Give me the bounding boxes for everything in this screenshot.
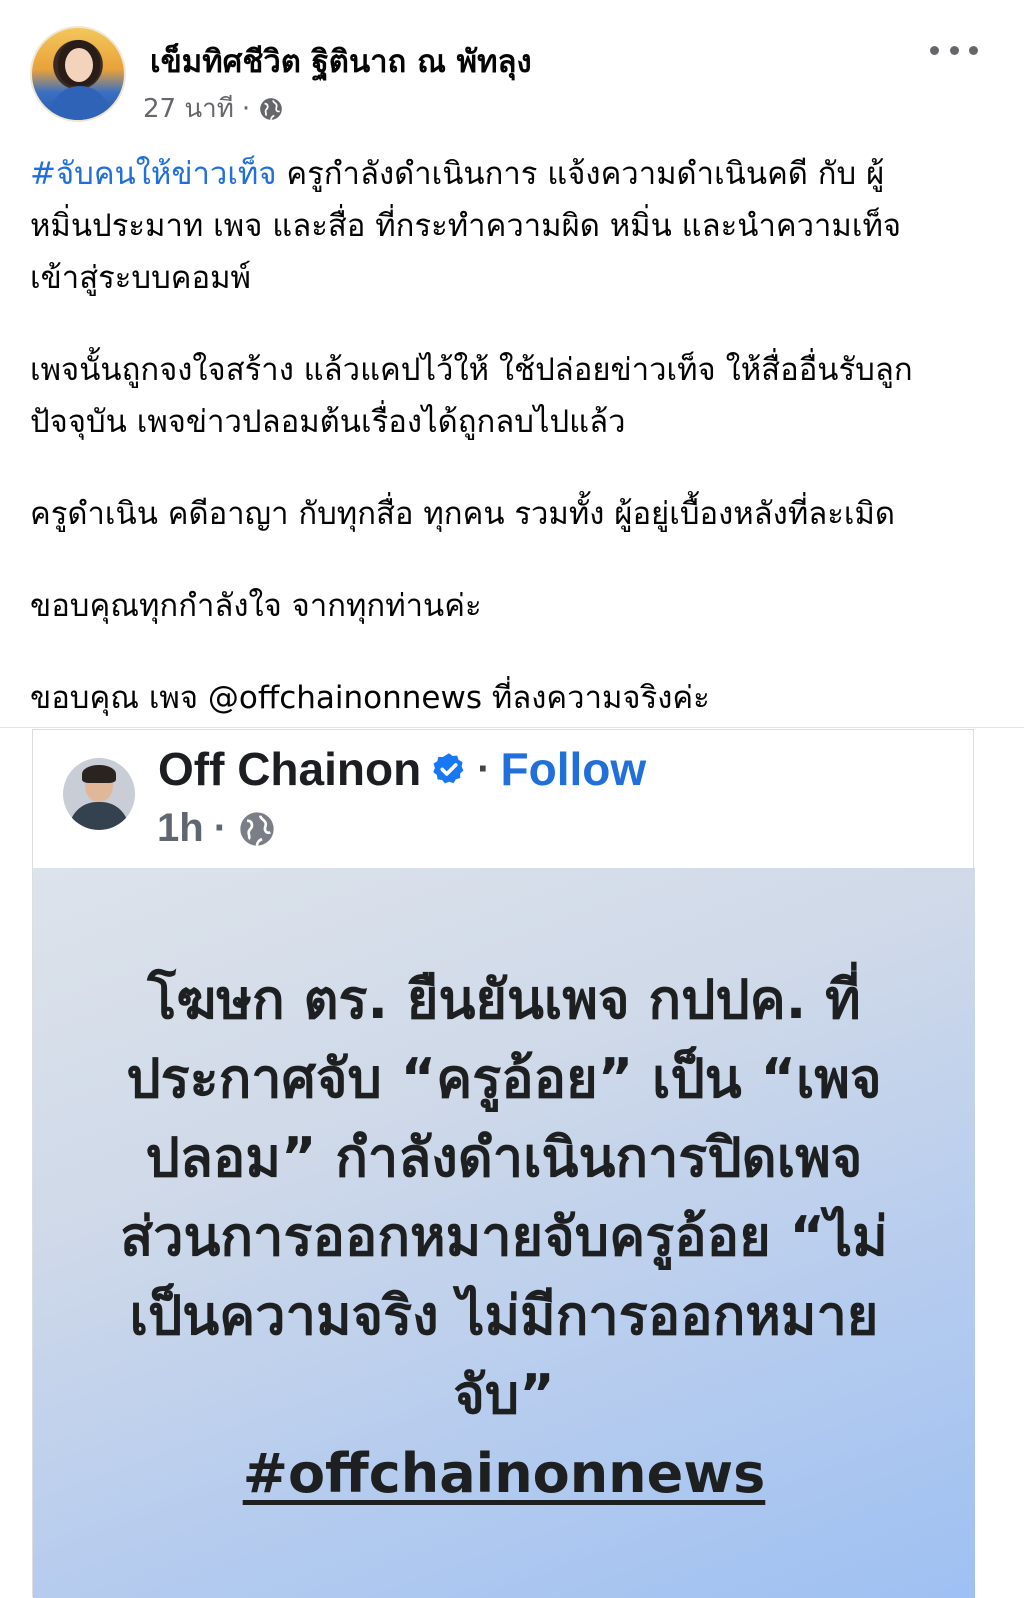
follow-button[interactable]: Follow (501, 742, 647, 796)
post-line-8: ขอบคุณ เพจ @offchainonnews ที่ลงความจริง… (30, 680, 710, 716)
post-text: #จับคนให้ข่าวเท็จ ครูกำลังดำเนินการ แจ้ง… (30, 148, 990, 724)
meta-separator: · (241, 93, 251, 124)
shared-post-header: Off Chainon · Follow 1h · (33, 730, 973, 868)
headline-line: จับ” (453, 1363, 555, 1426)
shared-timestamp[interactable]: 1h (157, 806, 204, 851)
headline-line: ปลอม” กำลังดำเนินการปิดเพจ (145, 1126, 863, 1189)
post-line-4: เพจนั้นถูกจงใจสร้าง แล้วแคปไว้ให้ ใช้ปล่… (30, 352, 913, 388)
headline-line: ส่วนการออกหมายจับครูอ้อย “ไม่ (120, 1205, 888, 1268)
shared-name-separator: · (477, 746, 491, 791)
headline-hashtag: #offchainonnews (242, 1442, 766, 1505)
author-avatar[interactable] (30, 26, 126, 122)
headline-line: โฆษก ตร. ยืนยันเพจ กปปค. ที่ (147, 968, 861, 1031)
shared-post-card[interactable]: Off Chainon · Follow 1h · โฆษก ตร. ยืนยั… (32, 729, 975, 1598)
shared-post-image[interactable]: โฆษก ตร. ยืนยันเพจ กปปค. ที่ ประกาศจับ “… (33, 868, 975, 1598)
post-meta: 27 นาที · (143, 88, 284, 129)
shared-author-avatar[interactable] (63, 758, 135, 830)
post-header: เข็มทิศชีวิต ฐิตินาถ ณ พัทลุง 27 นาที · (0, 0, 1024, 140)
hashtag-link[interactable]: #จับคนให้ข่าวเท็จ (30, 156, 277, 192)
post-line-6: ครูดำเนิน คดีอาญา กับทุกสื่อ ทุกคน รวมทั… (30, 496, 896, 532)
post-line-1-text: ครูกำลังดำเนินการ แจ้งความดำเนินคดี กับ … (276, 156, 885, 192)
shared-post-meta: 1h · (157, 806, 277, 851)
verified-badge-icon (433, 753, 464, 784)
post-line-5: ปัจจุบัน เพจข่าวปลอมต้นเรื่องได้ถูกลบไปแ… (30, 404, 626, 440)
shared-author-name[interactable]: Off Chainon (158, 742, 421, 796)
more-options-icon[interactable] (930, 40, 978, 60)
headline-text: โฆษก ตร. ยืนยันเพจ กปปค. ที่ ประกาศจับ “… (93, 960, 915, 1513)
post-line-7: ขอบคุณทุกกำลังใจ จากทุกท่านค่ะ (30, 588, 482, 624)
shared-meta-separator: · (213, 806, 228, 850)
divider (0, 727, 1024, 728)
author-name[interactable]: เข็มทิศชีวิต ฐิตินาถ ณ พัทลุง (150, 36, 532, 86)
post-timestamp[interactable]: 27 นาที (143, 88, 234, 129)
headline-line: เป็นความจริง ไม่มีการออกหมาย (129, 1284, 879, 1347)
globe-icon (260, 97, 282, 120)
headline-line: ประกาศจับ “ครูอ้อย” เป็น “เพจ (126, 1047, 882, 1110)
post-line-1: #จับคนให้ข่าวเท็จ ครูกำลังดำเนินการ แจ้ง… (30, 148, 990, 200)
shared-name-row: Off Chainon · Follow (158, 742, 646, 796)
globe-icon (240, 811, 274, 846)
post-line-2: หมิ่นประมาท เพจ และสื่อ ที่กระทำความผิด … (30, 208, 902, 244)
post-line-3: เข้าสู่ระบบคอมพ์ (30, 260, 251, 296)
